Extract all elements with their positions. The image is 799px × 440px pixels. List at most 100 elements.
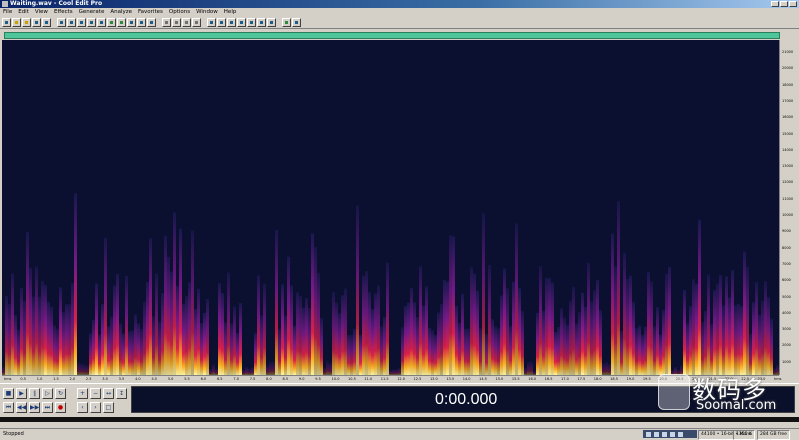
toolbar-button[interactable] [97,17,106,27]
spectral-column [566,324,569,375]
close-button[interactable] [789,1,797,7]
zoom-right-icon[interactable]: › [90,402,101,413]
toolbar-button[interactable] [127,17,136,27]
toolbar-button[interactable] [32,17,41,27]
spectral-column [455,306,458,375]
toolbar-button[interactable] [207,17,216,27]
toolbar-button[interactable] [67,17,76,27]
zoom-out-icon[interactable]: − [90,388,101,399]
frequency-analysis-icon [150,20,153,24]
play-to-end-button[interactable]: ▷ [42,388,53,399]
play-button[interactable]: ▶ [16,388,27,399]
transport-controls: ■ ▶ ∥ ▷ ↻ ⏮ ◀◀ ▶▶ ⏭ ● [3,388,67,414]
toolbar-button[interactable] [227,17,236,27]
toolbar-button[interactable] [87,17,96,27]
zoom-controls: + − ↔ ↕ ‹ › □ [77,388,127,414]
toolbar-button[interactable] [2,17,11,27]
menu-options[interactable]: Options [166,8,193,16]
spectral-column [446,281,449,375]
zoom-full-icon[interactable]: ↔ [103,388,114,399]
spectral-column [68,304,71,375]
spectral-column [734,305,737,375]
toolbar-button[interactable] [217,17,226,27]
toolbar-button[interactable] [42,17,51,27]
frequency-tick-label: 10000 [782,213,794,217]
loop-button[interactable]: ↻ [55,388,66,399]
toolbar-button[interactable] [57,17,66,27]
menu-view[interactable]: View [32,8,51,16]
toolbar-button[interactable] [147,17,156,27]
frequency-tick-label: 21000 [782,50,794,54]
spectral-column [707,274,710,375]
zoom-selection-icon[interactable]: □ [103,402,114,413]
go-to-start-button[interactable]: ⏮ [3,402,14,413]
menu-window[interactable]: Window [193,8,221,16]
fast-forward-button[interactable]: ▶▶ [29,402,40,413]
spectral-column [629,275,632,375]
spectral-column [740,306,743,375]
spectral-column [230,323,233,375]
spectral-column [212,364,215,375]
spectral-column [587,262,590,375]
go-to-end-button[interactable]: ⏭ [42,402,53,413]
spectral-view[interactable] [2,40,779,375]
menu-analyze[interactable]: Analyze [107,8,135,16]
minimize-button[interactable] [771,1,779,7]
menu-edit[interactable]: Edit [15,8,32,16]
toolbar-button[interactable] [182,17,191,27]
maximize-button[interactable] [780,1,788,7]
toolbar-button[interactable] [172,17,181,27]
toolbar-button[interactable] [237,17,246,27]
spectral-column [593,290,596,375]
toolbar-button[interactable] [192,17,201,27]
toolbar-button[interactable] [162,17,171,27]
spectral-column [644,326,647,375]
toolbar-button[interactable] [77,17,86,27]
toggle-view-icon [5,20,8,24]
spectral-column [509,325,512,375]
pause-button[interactable]: ∥ [29,388,40,399]
overview-bar[interactable] [4,32,780,39]
toolbar-button[interactable] [12,17,21,27]
redo-icon [120,20,123,24]
time-tick-label: 16.0 [528,377,537,381]
undo-icon [110,20,113,24]
menu-file[interactable]: File [0,8,15,16]
toolbar-button[interactable] [257,17,266,27]
spectral-column [623,252,626,375]
toolbar [0,16,799,29]
spectral-column [185,296,188,375]
spectral-column [641,334,644,375]
toolbar-button[interactable] [107,17,116,27]
spectral-column [203,312,206,375]
zoom-left-icon[interactable]: ‹ [77,402,88,413]
spectral-column [83,364,86,375]
toolbar-button[interactable] [137,17,146,27]
toolbar-button[interactable] [117,17,126,27]
rewind-button[interactable]: ◀◀ [16,402,27,413]
spectral-column [32,296,35,375]
zoom-vertical-icon[interactable]: ↕ [116,388,127,399]
toolbar-button[interactable] [247,17,256,27]
spectral-column [290,285,293,375]
spectral-column [176,285,179,375]
toolbar-button[interactable] [267,17,276,27]
stop-button[interactable]: ■ [3,388,14,399]
spectral-column [725,276,728,375]
menu-favorites[interactable]: Favorites [135,8,166,16]
watermark-en: Soomal.com [696,398,777,413]
spectral-column [521,311,524,375]
menu-effects[interactable]: Effects [51,8,76,16]
toolbar-button[interactable] [292,17,301,27]
time-tick-label: 2.0 [69,377,76,381]
toolbar-button[interactable] [22,17,31,27]
tray-icon [662,431,667,437]
menu-generate[interactable]: Generate [76,8,108,16]
frequency-tick-label: 15000 [782,131,794,136]
zoom-in-icon[interactable]: + [77,388,88,399]
toolbar-button[interactable] [282,17,291,27]
spectral-column [548,278,551,375]
status-bar: Stopped 44100 • 16-bit • Mono 1355 K 284… [0,428,799,440]
menu-help[interactable]: Help [221,8,240,16]
record-button[interactable]: ● [55,402,66,413]
